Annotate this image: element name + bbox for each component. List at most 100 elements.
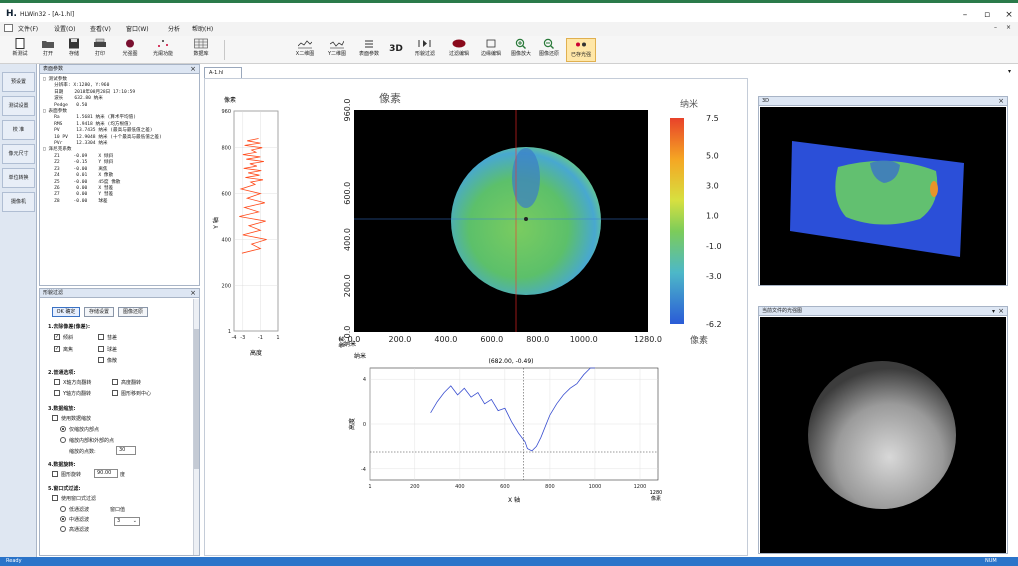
y-profile-x-tick-label: -4 <box>232 335 237 341</box>
intensity-view-pin-icon[interactable]: ▾ <box>992 307 995 316</box>
map-y-tick-label: 200.0 <box>343 274 352 297</box>
menu-view[interactable]: 查看(V) <box>90 24 111 33</box>
mdi-close-button[interactable]: × <box>1006 24 1011 31</box>
new-test-button[interactable]: 新测试 <box>6 38 34 62</box>
intensity-canvas <box>760 317 1006 553</box>
checkbox-astigmatism[interactable] <box>98 357 104 363</box>
x-profile-ylabel: 高度 <box>348 418 356 430</box>
label-flip-x: X轴方向翻转 <box>63 380 92 386</box>
params-panel-close-button[interactable]: × <box>190 65 196 74</box>
menu-bar: 文件(F) 设置(O) 查看(V) 窗口(W) 分析 帮助(H) – × <box>0 22 1018 36</box>
3d-text-icon: 3D <box>389 44 403 54</box>
map-cursor-point[interactable] <box>524 217 528 221</box>
3d-button[interactable]: 3D <box>386 38 406 62</box>
surface-params-button[interactable]: 表面参数 <box>354 38 384 62</box>
title-bar: H. HLWin32 - [A-1.hl] – ▫ × <box>0 0 1018 22</box>
rotate-angle-input[interactable]: 90.00 <box>94 469 118 478</box>
checkbox-defocus[interactable]: ✓ <box>54 346 60 352</box>
y-profile-xlabel: 高度 <box>250 349 262 357</box>
maximize-button[interactable]: ▫ <box>978 9 996 21</box>
menu-analysis[interactable]: 分析 <box>168 24 180 33</box>
filter-edit-button[interactable]: 过滤编辑 <box>444 38 474 62</box>
x-profile-button[interactable]: X二维图 <box>290 38 320 62</box>
left-tab-strip: 预设置 测试设置 校 准 像元尺寸 单位转换 摄像机 <box>0 64 37 558</box>
intensity-view-close-button[interactable]: × <box>998 307 1004 316</box>
label-scale-all: 缩放内部和外部的点 <box>69 438 115 444</box>
section-data-scaling: 3.数据缩放: <box>48 406 76 412</box>
radio-bandpass[interactable] <box>60 516 66 522</box>
x-profile-x-tick-label: 1 <box>368 484 371 490</box>
y-profile-button[interactable]: Y二维图 <box>322 38 352 62</box>
map-y-tick-label: 600.0 <box>343 182 352 205</box>
save-button[interactable]: 存储 <box>62 38 86 62</box>
scrollbar-thumb[interactable] <box>194 329 199 469</box>
radio-highpass[interactable] <box>60 526 66 532</box>
filter-panel-scrollbar[interactable] <box>193 299 199 555</box>
3d-view-canvas[interactable] <box>760 107 1006 285</box>
mdi-minimize-button[interactable]: – <box>994 24 997 31</box>
tab-unit-conversion[interactable]: 单位转换 <box>2 168 35 188</box>
intensity-button[interactable]: 光强图 <box>116 38 144 62</box>
surface-filter-button[interactable]: 形貌过滤 <box>410 38 440 62</box>
label-highpass: 高通滤波 <box>69 527 90 533</box>
map-x-ticks: 0.0 200.0 400.0 600.0 800.0 1000.0 1280.0 <box>348 335 662 344</box>
tab-calibration[interactable]: 校 准 <box>2 120 35 140</box>
tab-camera[interactable]: 摄像机 <box>2 192 35 212</box>
filter-panel-close-button[interactable]: × <box>190 289 196 298</box>
3d-view-close-button[interactable]: × <box>998 97 1004 106</box>
radio-scale-inner[interactable] <box>60 426 66 432</box>
menu-settings[interactable]: 设置(O) <box>54 24 75 33</box>
toolbar-separator <box>224 40 225 60</box>
save-settings-button[interactable]: 存储设置 <box>84 307 114 317</box>
label-flip-height: 高度翻转 <box>121 380 142 386</box>
analysis-charts: 像素 9608006004002001 -4 -3 -1 1 Y 轴 高度 纳米 像素… <box>212 92 722 504</box>
tab-list-arrow-icon[interactable]: ▾ <box>1008 68 1011 75</box>
aperture-button[interactable]: 光阑功能 <box>146 38 180 62</box>
label-spherical: 球差 <box>107 347 118 353</box>
restore-image-button[interactable]: 图像还原 <box>118 307 148 317</box>
checkbox-center-image[interactable] <box>112 390 118 396</box>
checkbox-tilt[interactable]: ✓ <box>54 334 60 340</box>
x-profile-chart: 纳米 (682.00, -0.49) 1 200 400 600 800 1000 1200… <box>348 352 662 504</box>
checkbox-spherical[interactable] <box>98 346 104 352</box>
menu-help[interactable]: 帮助(H) <box>192 24 213 33</box>
x-profile-xlabel: X 轴 <box>508 496 520 504</box>
open-button[interactable]: 打开 <box>36 38 60 62</box>
tab-presets[interactable]: 预设置 <box>2 72 35 92</box>
menu-file[interactable]: 文件(F) <box>18 24 38 33</box>
map-y-tick-label: 400.0 <box>343 228 352 251</box>
minimize-button[interactable]: – <box>956 9 974 21</box>
checkbox-rotate[interactable] <box>52 471 58 477</box>
checkbox-use-window[interactable] <box>52 495 58 501</box>
menu-window[interactable]: 窗口(W) <box>126 24 149 33</box>
checkbox-flip-x[interactable] <box>54 379 60 385</box>
saved-intensity-button[interactable]: 已存光强 <box>566 38 596 62</box>
ok-button[interactable]: OK 确定 <box>52 307 80 317</box>
x-profile-y-tick-label: 0 <box>363 422 366 428</box>
label-tilt: 倾斜 <box>63 335 74 341</box>
checkbox-coma[interactable] <box>98 334 104 340</box>
window-value-select[interactable]: 3 ⌄ <box>114 517 140 526</box>
scale-points-input[interactable]: 30 <box>116 446 136 455</box>
new-file-icon <box>15 38 25 49</box>
document-tab[interactable]: A-1.hl <box>204 67 242 78</box>
y-profile-x-tick-label: -1 <box>258 335 263 341</box>
radio-scale-all[interactable] <box>60 437 66 443</box>
database-button[interactable]: 数据库 <box>184 38 218 62</box>
checkbox-flip-height[interactable] <box>112 379 118 385</box>
tab-test-settings[interactable]: 测试设置 <box>2 96 35 116</box>
map-xlabel: 像素 <box>690 334 708 346</box>
print-button[interactable]: 打印 <box>88 38 112 62</box>
y-profile-y-tick-label: 200 <box>221 283 231 289</box>
tab-pixel-size[interactable]: 像元尺寸 <box>2 144 35 164</box>
radio-lowpass[interactable] <box>60 506 66 512</box>
zoom-in-button[interactable]: 图像放大 <box>508 38 534 62</box>
checkbox-use-scaling[interactable] <box>52 415 58 421</box>
zoom-reset-button[interactable]: 图像还原 <box>536 38 562 62</box>
checkbox-flip-y[interactable] <box>54 390 60 396</box>
3d-high-edge <box>930 181 938 197</box>
map-y-tick-label: 960.0 <box>343 99 352 122</box>
close-button[interactable]: × <box>1000 9 1018 21</box>
edge-edit-button[interactable]: 边缘编辑 <box>476 38 506 62</box>
params-panel-title: 表面参数 <box>40 65 199 74</box>
